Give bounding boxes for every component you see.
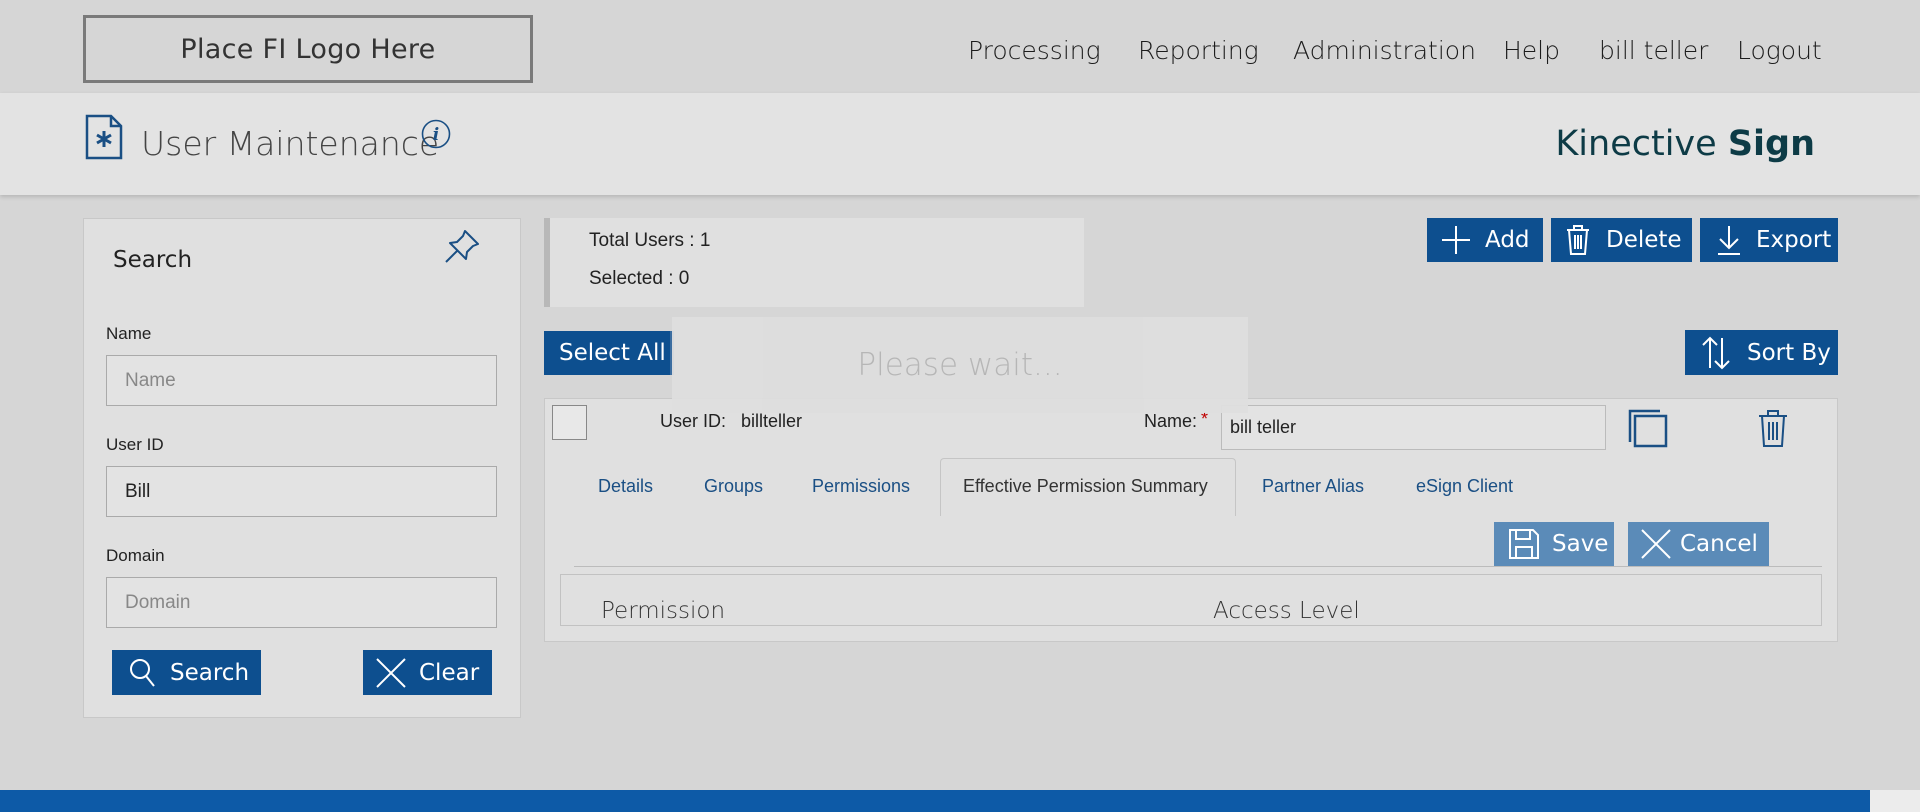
close-icon — [376, 657, 406, 688]
pin-icon[interactable] — [443, 228, 481, 271]
plus-icon — [1442, 226, 1470, 254]
user-maintenance-icon — [85, 114, 123, 165]
cancel-button[interactable]: Cancel — [1628, 522, 1769, 566]
svg-text:i: i — [433, 125, 439, 145]
tab-content-divider — [574, 566, 1822, 567]
select-all-button[interactable]: Select All — [544, 331, 674, 375]
total-users: Total Users : 1 — [589, 230, 711, 251]
logo-placeholder[interactable]: Place FI Logo Here — [83, 15, 533, 83]
copy-icon[interactable] — [1627, 408, 1669, 453]
clear-button[interactable]: Clear — [363, 650, 492, 695]
loading-overlay: Please wait... — [672, 317, 1248, 413]
select-all-label: Select All — [559, 340, 666, 366]
tab-effective-permission-summary[interactable]: Effective Permission Summary — [963, 476, 1208, 497]
trash-icon — [1567, 225, 1589, 255]
brand-wordmark: Kinective Sign — [1555, 124, 1815, 164]
add-button-label: Add — [1485, 227, 1530, 253]
user-name-label: Name: — [1144, 411, 1198, 431]
delete-button-label: Delete — [1606, 227, 1682, 253]
user-select-checkbox[interactable] — [552, 405, 587, 440]
user-delete-icon[interactable] — [1756, 408, 1790, 453]
tab-permissions[interactable]: Permissions — [812, 476, 910, 497]
nav-logout[interactable]: Logout — [1737, 36, 1822, 65]
save-button-label: Save — [1552, 531, 1609, 557]
nav-reporting[interactable]: Reporting — [1138, 36, 1259, 65]
tab-partner-alias[interactable]: Partner Alias — [1262, 476, 1364, 497]
nav-processing[interactable]: Processing — [968, 36, 1101, 65]
tab-groups[interactable]: Groups — [704, 476, 763, 497]
brand-bold: Sign — [1727, 124, 1815, 164]
name-input[interactable] — [106, 355, 497, 406]
clear-button-label: Clear — [419, 659, 480, 686]
tab-esign-client[interactable]: eSign Client — [1416, 476, 1513, 497]
sort-by-label: Sort By — [1747, 339, 1831, 366]
loading-text: Please wait... — [857, 347, 1063, 383]
info-icon[interactable]: i — [421, 119, 451, 154]
domain-input[interactable] — [106, 577, 497, 628]
sort-by-button[interactable]: Sort By — [1685, 330, 1838, 375]
delete-button[interactable]: Delete — [1551, 218, 1692, 262]
col-access-level: Access Level — [1213, 598, 1360, 624]
cancel-button-label: Cancel — [1680, 531, 1758, 557]
search-button[interactable]: Search — [112, 650, 261, 695]
footer-end — [1870, 790, 1920, 812]
user-id-label: User ID: — [660, 411, 727, 431]
name-label: Name — [106, 324, 152, 343]
add-button[interactable]: Add — [1427, 218, 1543, 262]
nav-administration[interactable]: Administration — [1293, 36, 1476, 65]
domain-label: Domain — [106, 546, 165, 565]
sort-icon — [1702, 336, 1730, 369]
col-permission: Permission — [601, 598, 726, 624]
nav-help[interactable]: Help — [1503, 36, 1560, 65]
userid-input[interactable] — [106, 466, 497, 517]
close-icon — [1641, 529, 1671, 559]
permission-table-header — [560, 574, 1822, 626]
page-title: User Maintenance — [141, 124, 440, 163]
tab-details[interactable]: Details — [598, 476, 653, 497]
save-button[interactable]: Save — [1494, 522, 1614, 566]
download-icon — [1718, 226, 1740, 255]
search-panel-title: Search — [113, 247, 193, 273]
selected-count: Selected : 0 — [589, 268, 690, 289]
export-button[interactable]: Export — [1700, 218, 1838, 262]
user-id-value: billteller — [741, 411, 803, 431]
export-button-label: Export — [1756, 227, 1832, 253]
brand-light: Kinective — [1555, 124, 1717, 164]
save-icon — [1509, 529, 1539, 559]
nav-user-account[interactable]: bill teller — [1599, 36, 1708, 65]
userid-label: User ID — [106, 435, 164, 454]
user-name-input[interactable] — [1221, 405, 1606, 450]
search-icon — [130, 658, 155, 687]
footer-bar — [0, 790, 1870, 812]
search-button-label: Search — [170, 659, 250, 686]
